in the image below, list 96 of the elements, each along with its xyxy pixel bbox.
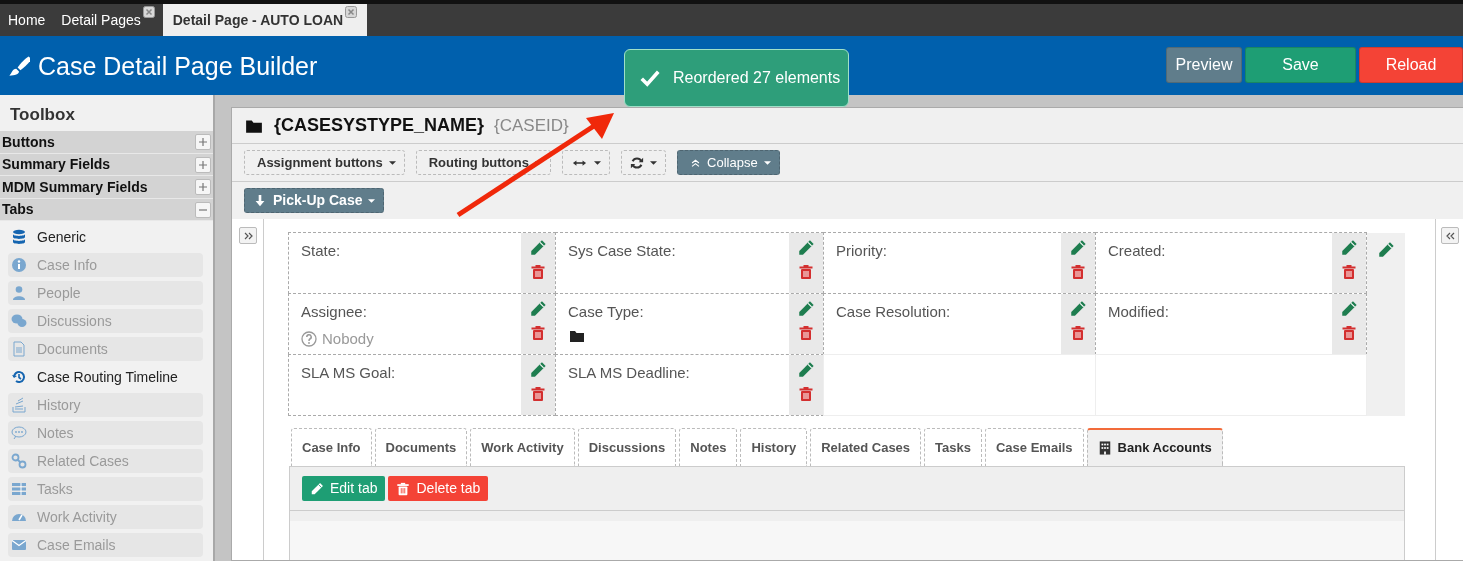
section-header[interactable]: Tabs — [0, 198, 213, 222]
plus-icon[interactable] — [198, 182, 208, 193]
caret-icon — [763, 160, 771, 165]
trash-icon[interactable] — [530, 324, 546, 342]
pencil-icon[interactable] — [797, 361, 815, 379]
field-label: Modified: — [1108, 302, 1169, 322]
tab[interactable]: Documents — [374, 428, 468, 466]
app-tab[interactable]: Home — [0, 4, 54, 36]
refresh-icon — [630, 155, 645, 170]
preview-button[interactable]: Preview — [1166, 47, 1242, 83]
case-id: {CASEID} — [494, 114, 569, 137]
field-value: Nobody — [322, 328, 374, 349]
trash-icon[interactable] — [530, 385, 546, 403]
chat-icon — [11, 313, 27, 330]
pencil-icon[interactable] — [1340, 239, 1358, 257]
pencil-icon[interactable] — [529, 239, 547, 257]
dropdown-button[interactable]: Routing buttons — [415, 150, 552, 175]
history-icon — [11, 369, 27, 386]
pencil-icon[interactable] — [797, 239, 815, 257]
close-icon[interactable] — [142, 6, 155, 18]
plus-icon[interactable] — [198, 137, 208, 148]
trash-icon[interactable] — [798, 263, 814, 281]
pencil-icon[interactable] — [529, 361, 547, 379]
field-label: Case Resolution: — [836, 302, 951, 322]
expand-button[interactable] — [239, 227, 257, 244]
pencil-icon[interactable] — [797, 300, 815, 318]
list-icon — [11, 481, 27, 498]
width-button[interactable] — [562, 150, 611, 175]
person-icon — [11, 285, 27, 302]
chevrons-right-icon — [243, 231, 253, 240]
field-label: SLA MS Goal: — [301, 363, 396, 383]
section-header[interactable]: Buttons — [0, 131, 213, 154]
pencil-icon[interactable] — [1069, 300, 1087, 318]
pencil-icon[interactable] — [1069, 239, 1087, 257]
field-label: Assignee: — [301, 302, 367, 322]
tab[interactable]: Work Activity — [470, 428, 575, 466]
arrow-down-icon — [253, 193, 267, 208]
refresh-button[interactable] — [621, 150, 667, 175]
comment-icon — [11, 425, 27, 442]
pick-up-button[interactable]: Pick-Up Case — [244, 188, 385, 213]
trash-icon[interactable] — [1341, 263, 1357, 281]
section-header[interactable]: MDM Summary Fields — [0, 176, 213, 199]
document-icon — [11, 341, 27, 358]
field-label: Sys Case State: — [568, 241, 676, 261]
chevrons-left-icon — [1445, 231, 1455, 240]
link-icon — [11, 453, 27, 470]
toolbox-item[interactable]: Generic — [8, 225, 203, 250]
notification: Reordered 27 elements — [624, 49, 849, 107]
section-header[interactable]: Summary Fields — [0, 153, 213, 177]
trash-icon[interactable] — [1341, 324, 1357, 342]
trash-icon[interactable] — [1070, 263, 1086, 281]
toolbox-item[interactable]: Case Routing Timeline — [8, 365, 203, 390]
info-icon — [11, 257, 27, 274]
tab[interactable]: History — [740, 428, 808, 466]
trash-icon[interactable] — [798, 324, 814, 342]
chevrons-up-icon — [690, 156, 702, 169]
app-tab[interactable]: Detail Pages — [53, 4, 163, 36]
field-label: Priority: — [836, 241, 887, 261]
caret-icon — [388, 160, 396, 165]
field-label: Case Type: — [568, 302, 644, 322]
trash-icon — [396, 481, 411, 496]
pencil-icon[interactable] — [1377, 241, 1395, 259]
tab[interactable]: Case Info — [291, 428, 372, 466]
trash-icon[interactable] — [1070, 324, 1086, 342]
tab[interactable]: Case Emails — [985, 428, 1084, 466]
caret-icon — [594, 160, 602, 165]
panel-title: Toolbox — [9, 104, 76, 126]
caret-icon — [368, 198, 376, 203]
pencil-icon[interactable] — [1340, 300, 1358, 318]
field-label: Created: — [1108, 241, 1166, 261]
tab[interactable]: Tasks — [924, 428, 982, 466]
dropdown-button[interactable]: Assignment buttons — [244, 150, 405, 175]
tab[interactable]: Notes — [679, 428, 738, 466]
delete-tab-button[interactable]: Delete tab — [388, 476, 489, 501]
app-tab[interactable]: Detail Page - AUTO LOAN — [162, 4, 368, 36]
field-label: SLA MS Deadline: — [568, 363, 690, 383]
trash-icon[interactable] — [798, 385, 814, 403]
stack-icon — [11, 397, 27, 414]
plus-icon[interactable] — [198, 159, 208, 170]
page-title: Case Detail Page Builder — [38, 50, 318, 81]
building-icon — [1097, 440, 1112, 456]
caret-icon — [650, 160, 658, 165]
tab[interactable]: Bank Accounts — [1086, 428, 1223, 466]
field-label: State: — [301, 241, 341, 261]
question-icon — [301, 330, 317, 347]
collapse-panel-button[interactable] — [1441, 227, 1459, 244]
trash-icon[interactable] — [530, 263, 546, 281]
case-title: {CASESYSTYPE_NAME} — [274, 114, 485, 137]
pencil-icon[interactable] — [529, 300, 547, 318]
reload-button[interactable]: Reload — [1359, 47, 1463, 83]
database-icon — [11, 229, 27, 246]
pencil-icon — [310, 481, 324, 496]
brush-icon — [8, 54, 30, 77]
tab[interactable]: Discussions — [577, 428, 677, 466]
collapse-button[interactable]: Collapse — [677, 150, 780, 175]
tab[interactable]: Related Cases — [810, 428, 922, 466]
